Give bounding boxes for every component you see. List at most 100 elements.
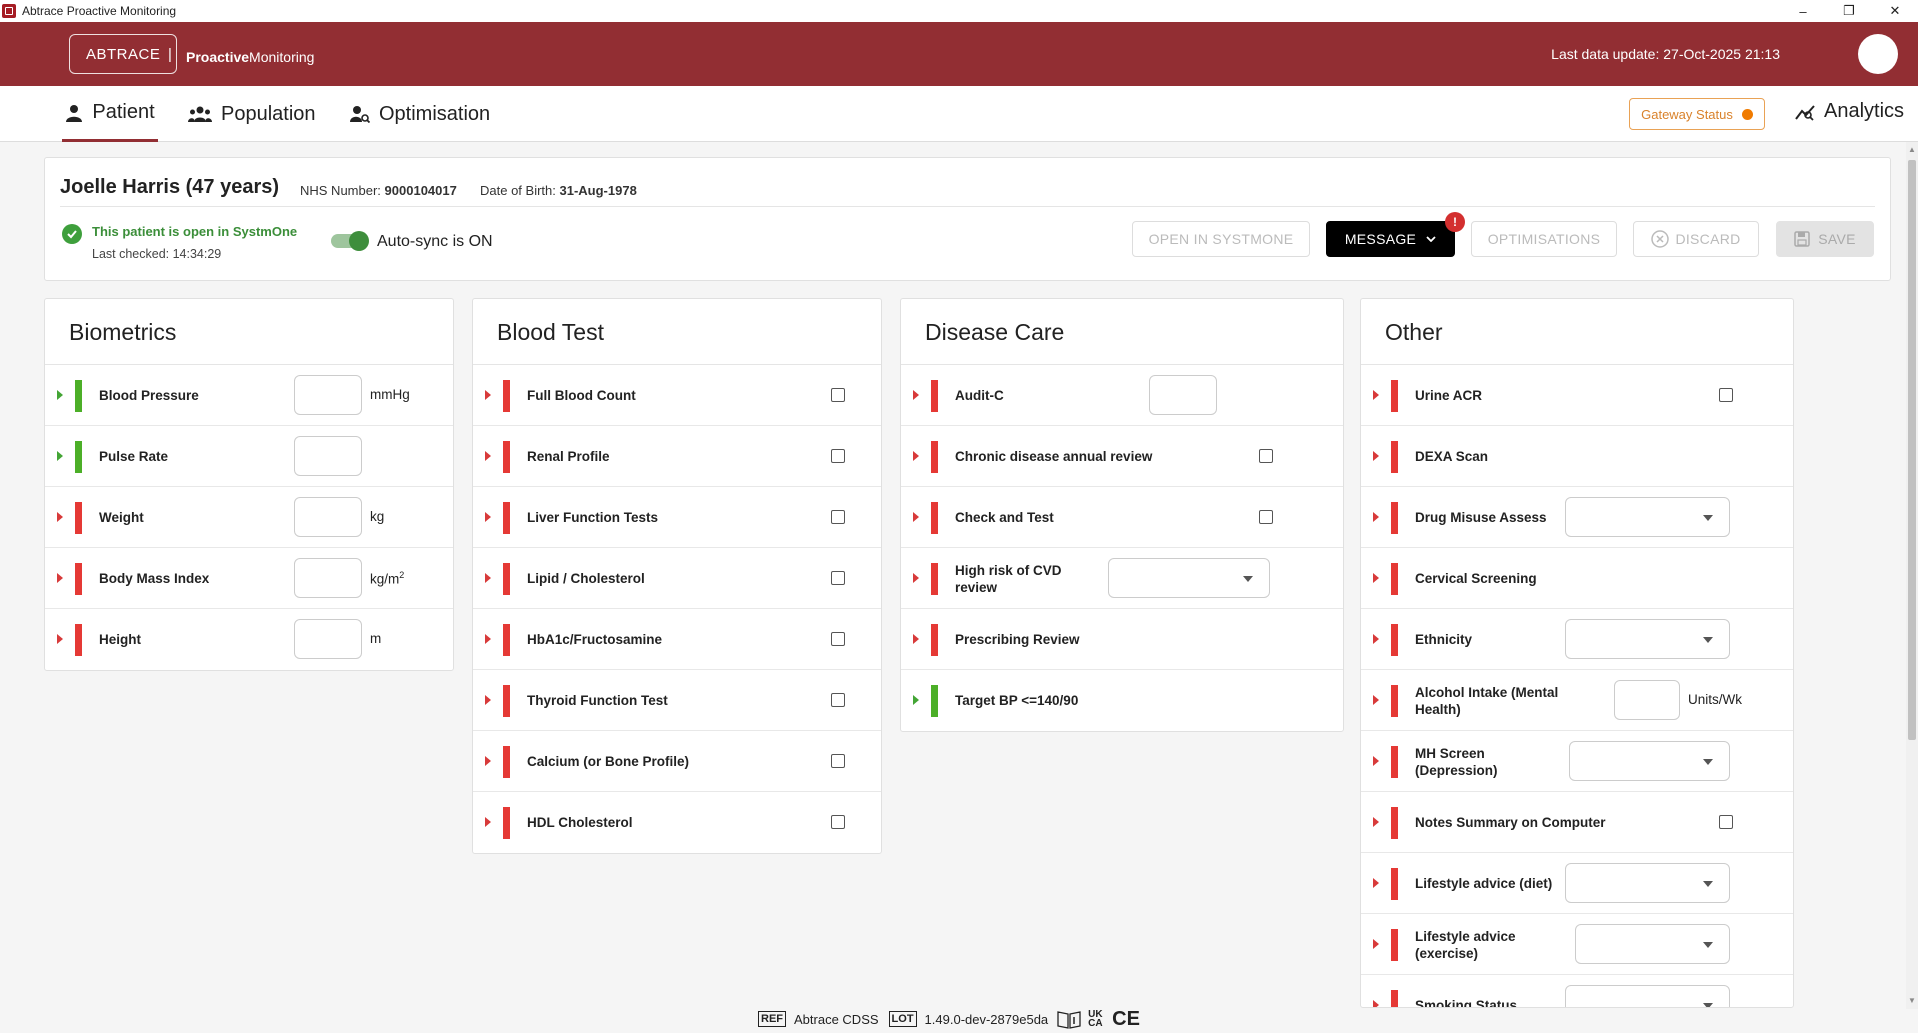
lifestyle-diet-select[interactable] xyxy=(1565,863,1730,903)
lifestyle-exercise-select[interactable] xyxy=(1575,924,1730,964)
item-label: Target BP <=140/90 xyxy=(955,693,1079,708)
expand-caret-icon[interactable] xyxy=(485,451,491,461)
status-bar xyxy=(1391,807,1398,839)
expand-caret-icon[interactable] xyxy=(485,573,491,583)
expand-caret-icon[interactable] xyxy=(1373,390,1379,400)
message-button-label: MESSAGE xyxy=(1344,231,1417,247)
thyroid-function-checkbox[interactable] xyxy=(831,693,845,707)
renal-profile-checkbox[interactable] xyxy=(831,449,845,463)
tab-patient[interactable]: Patient xyxy=(62,86,158,142)
expand-caret-icon[interactable] xyxy=(1373,878,1379,888)
analytics-link[interactable]: Analytics xyxy=(1794,100,1904,123)
expand-caret-icon[interactable] xyxy=(913,634,919,644)
urine-acr-checkbox[interactable] xyxy=(1719,388,1733,402)
chronic-disease-review-checkbox[interactable] xyxy=(1259,449,1273,463)
minimize-button[interactable]: – xyxy=(1780,0,1826,22)
expand-caret-icon[interactable] xyxy=(1373,1000,1379,1007)
bmi-input[interactable] xyxy=(294,558,362,598)
app-header: ABTRACE | ProactiveMonitoring Last data … xyxy=(0,22,1918,86)
scrollbar-thumb[interactable] xyxy=(1908,160,1916,740)
expand-caret-icon[interactable] xyxy=(57,573,63,583)
expand-caret-icon[interactable] xyxy=(1373,695,1379,705)
hba1c-checkbox[interactable] xyxy=(831,632,845,646)
check-and-test-checkbox[interactable] xyxy=(1259,510,1273,524)
tab-population[interactable]: Population xyxy=(188,86,316,142)
pulse-rate-input[interactable] xyxy=(294,436,362,476)
item-label: MH Screen (Depression) xyxy=(1415,746,1498,778)
expand-caret-icon[interactable] xyxy=(913,512,919,522)
other-row: Alcohol Intake (Mental Health) Units/Wk xyxy=(1361,670,1793,731)
item-label: HDL Cholesterol xyxy=(527,815,633,830)
drug-misuse-select[interactable] xyxy=(1565,497,1730,537)
biometric-row-pulse-rate: Pulse Rate xyxy=(45,426,453,487)
expand-caret-icon[interactable] xyxy=(913,695,919,705)
expand-caret-icon[interactable] xyxy=(913,573,919,583)
expand-caret-icon[interactable] xyxy=(1373,939,1379,949)
status-bar xyxy=(503,624,510,656)
expand-caret-icon[interactable] xyxy=(1373,573,1379,583)
app-icon xyxy=(2,4,16,18)
unit-label: m xyxy=(370,631,382,646)
discard-button[interactable]: DISCARD xyxy=(1633,221,1759,257)
expand-caret-icon[interactable] xyxy=(1373,451,1379,461)
expand-caret-icon[interactable] xyxy=(485,390,491,400)
expand-caret-icon[interactable] xyxy=(1373,756,1379,766)
expand-caret-icon[interactable] xyxy=(1373,512,1379,522)
audit-c-input[interactable] xyxy=(1149,375,1217,415)
window-titlebar: Abtrace Proactive Monitoring – ❐ ✕ xyxy=(0,0,1918,22)
optimisations-button[interactable]: OPTIMISATIONS xyxy=(1471,221,1617,257)
last-checked: Last checked: 14:34:29 xyxy=(92,247,222,261)
tab-optimisation[interactable]: Optimisation xyxy=(350,86,490,142)
liver-function-tests-checkbox[interactable] xyxy=(831,510,845,524)
expand-caret-icon[interactable] xyxy=(485,634,491,644)
mh-screen-select[interactable] xyxy=(1569,741,1730,781)
expand-caret-icon[interactable] xyxy=(1373,634,1379,644)
full-blood-count-checkbox[interactable] xyxy=(831,388,845,402)
blood-test-row: Full Blood Count xyxy=(473,365,881,426)
message-button[interactable]: MESSAGE xyxy=(1326,221,1455,257)
window-controls: – ❐ ✕ xyxy=(1780,0,1918,22)
expand-caret-icon[interactable] xyxy=(57,634,63,644)
expand-caret-icon[interactable] xyxy=(485,695,491,705)
save-button[interactable]: SAVE xyxy=(1776,221,1874,257)
expand-caret-icon[interactable] xyxy=(1373,817,1379,827)
scroll-down-icon[interactable]: ▼ xyxy=(1906,995,1918,1007)
gateway-status-button[interactable]: Gateway Status xyxy=(1629,98,1765,130)
product-name: ProactiveMonitoring xyxy=(186,49,314,65)
expand-caret-icon[interactable] xyxy=(913,390,919,400)
item-label: Full Blood Count xyxy=(527,388,636,403)
calcium-checkbox[interactable] xyxy=(831,754,845,768)
close-button[interactable]: ✕ xyxy=(1872,0,1918,22)
patient-name: Joelle Harris (47 years) xyxy=(60,176,280,198)
alcohol-intake-input[interactable] xyxy=(1614,680,1680,720)
expand-caret-icon[interactable] xyxy=(485,756,491,766)
open-in-systmone-button[interactable]: OPEN IN SYSTMONE xyxy=(1132,221,1310,257)
smoking-status-select[interactable] xyxy=(1565,985,1730,1007)
product-name-rest: Monitoring xyxy=(249,49,315,65)
scroll-up-icon[interactable]: ▲ xyxy=(1906,144,1918,156)
expand-caret-icon[interactable] xyxy=(57,451,63,461)
expand-caret-icon[interactable] xyxy=(485,512,491,522)
item-label: Urine ACR xyxy=(1415,388,1483,403)
user-avatar[interactable] xyxy=(1858,34,1898,74)
expand-caret-icon[interactable] xyxy=(57,512,63,522)
expand-caret-icon[interactable] xyxy=(485,817,491,827)
expand-caret-icon[interactable] xyxy=(57,390,63,400)
blood-pressure-input[interactable] xyxy=(294,375,362,415)
auto-sync-toggle[interactable] xyxy=(331,231,369,251)
status-bar xyxy=(503,807,510,839)
status-bar xyxy=(1391,929,1398,961)
other-row: DEXA Scan xyxy=(1361,426,1793,487)
expand-caret-icon[interactable] xyxy=(913,451,919,461)
cvd-review-select[interactable] xyxy=(1108,558,1270,598)
restore-button[interactable]: ❐ xyxy=(1826,0,1872,22)
blood-test-row: HDL Cholesterol xyxy=(473,792,881,853)
hdl-cholesterol-checkbox[interactable] xyxy=(831,815,845,829)
notes-summary-checkbox[interactable] xyxy=(1719,815,1733,829)
weight-input[interactable] xyxy=(294,497,362,537)
page-scrollbar[interactable]: ▲ ▼ xyxy=(1906,142,1918,1009)
analytics-icon xyxy=(1795,104,1815,121)
ethnicity-select[interactable] xyxy=(1565,619,1730,659)
height-input[interactable] xyxy=(294,619,362,659)
lipid-cholesterol-checkbox[interactable] xyxy=(831,571,845,585)
